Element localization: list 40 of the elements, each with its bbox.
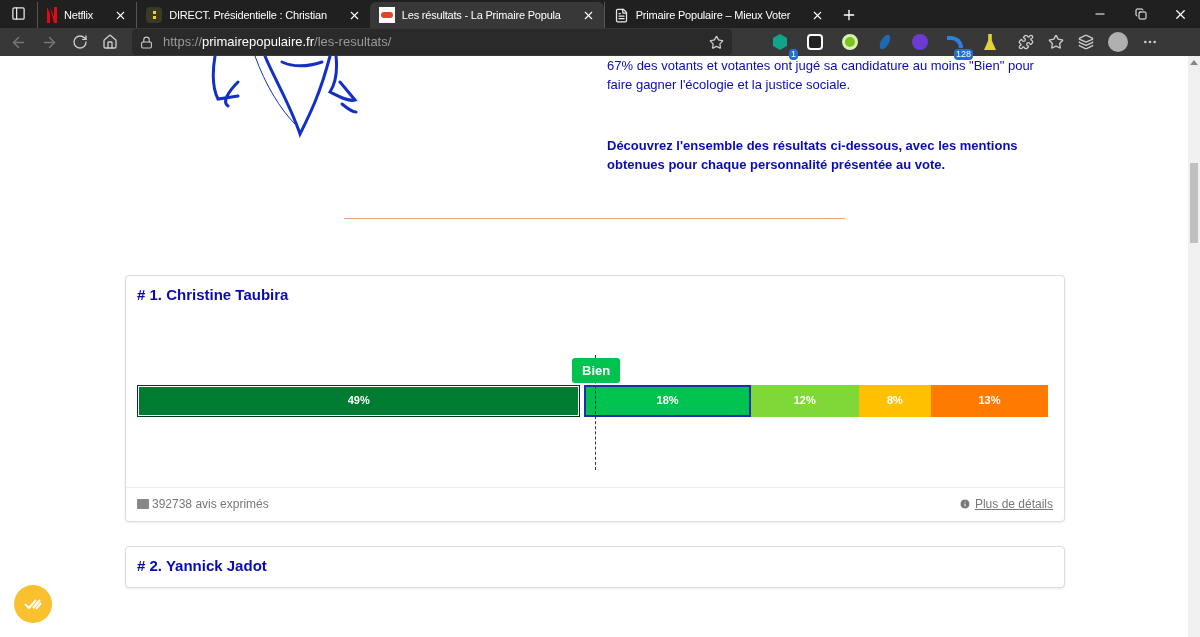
details-link[interactable]: Plus de détails (974, 495, 1053, 513)
scroll-up-icon[interactable] (1190, 60, 1198, 65)
mention-bar-segment: 8% (858, 384, 931, 417)
votes-count: 392738 avis exprimés (152, 496, 269, 513)
mention-bar-segment: 13% (930, 384, 1048, 417)
reload-icon[interactable] (72, 34, 88, 50)
favorites-icon[interactable] (1048, 34, 1064, 50)
news-logo-icon (146, 7, 163, 23)
lock-icon (140, 35, 153, 49)
tab-title: Primaire Populaire – Mieux Voter (635, 7, 791, 23)
restore-icon[interactable] (1135, 8, 1147, 20)
info-icon (958, 498, 971, 510)
home-icon[interactable] (102, 34, 118, 50)
intro-paragraph: Découvrez l'ensemble des résultats ci-dessous, avec les mentions obtenues pour chaque personnalité présentée au vote. (607, 137, 1019, 174)
mention-bar-segment: 49% (137, 384, 581, 417)
tab-title: DIRECT. Présidentielle : Christian (169, 7, 327, 23)
tab-title: Netflix (64, 7, 94, 23)
intro-paragraph: 67% des votants et votantes ont jugé sa candidature au moins "Bien" pour faire gagner l'écologie et la justice sociale. (607, 57, 1035, 94)
scrollbar-thumb[interactable] (1190, 163, 1198, 243)
extensions-icon[interactable] (1018, 34, 1034, 50)
candidate-title: # 1. Christine Taubira (137, 285, 290, 305)
median-tooltip: Bien (572, 357, 621, 383)
mention-bar-segment: 12% (750, 384, 859, 417)
extension-badge: 1 (789, 49, 798, 60)
tab-actions-icon[interactable] (11, 6, 26, 21)
address-bar[interactable]: https://primairepopulaire.fr/les-resultats/ (132, 29, 732, 55)
extension-badge: 128 (953, 49, 973, 60)
close-window-icon[interactable] (1173, 7, 1188, 22)
page-icon (613, 7, 629, 23)
collections-icon[interactable] (1078, 34, 1094, 50)
profile-avatar[interactable] (1108, 32, 1128, 52)
mention-bar-segment: 18% (584, 384, 751, 417)
site-logo-icon (378, 7, 395, 23)
netflix-logo-icon (47, 7, 57, 23)
check-icon (23, 597, 43, 611)
tab-title: Les résultats - La Primaire Popula (401, 7, 561, 23)
browser-tab[interactable]: Les résultats - La Primaire Popula (369, 2, 604, 28)
candidate-title: # 2. Yannick Jadot (137, 555, 268, 576)
add-favorite-icon[interactable] (709, 34, 724, 50)
url-text: https://primairepopulaire.fr/les-resultats/ (163, 33, 393, 52)
